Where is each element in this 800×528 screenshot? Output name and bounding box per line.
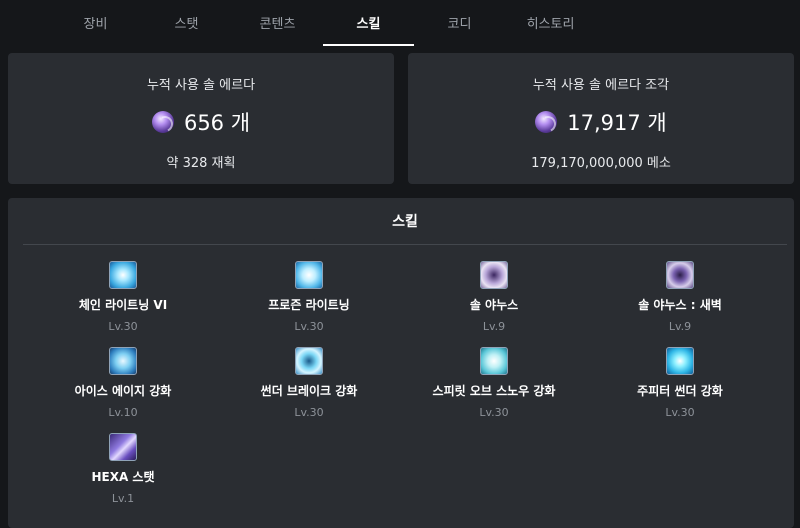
ice-age-icon [109, 347, 137, 375]
tab-skills[interactable]: 스킬 [323, 0, 414, 46]
sol-erda-fragment-value-row: 17,917 개 [408, 106, 794, 138]
frozen-lightning-icon [295, 261, 323, 289]
tab-stats[interactable]: 스탯 [141, 0, 232, 46]
skill-name: 솔 야누스 : 새벽 [638, 298, 722, 312]
skill-level: Lv.9 [482, 320, 506, 333]
skill-name: 체인 라이트닝 VI [78, 298, 168, 312]
skill-level: Lv.30 [108, 320, 138, 333]
skill-item[interactable]: 프로즌 라이트닝 Lv.30 [216, 261, 402, 333]
sol-erda-fragment-sub: 179,170,000,000 메소 [531, 156, 671, 171]
hexa-stat-icon [109, 433, 137, 461]
sol-erda-fragment-card: 누적 사용 솔 에르다 조각 17,917 개 179,170,000,000 … [408, 53, 794, 184]
thunder-break-icon [295, 347, 323, 375]
skill-item[interactable]: 주피터 썬더 강화 Lv.30 [587, 347, 773, 419]
skill-level: Lv.30 [294, 406, 324, 419]
sol-erda-fragment-title: 누적 사용 솔 에르다 조각 [532, 78, 670, 93]
sol-erda-card: 누적 사용 솔 에르다 656 개 약 328 재획 [8, 53, 394, 184]
tab-equipment[interactable]: 장비 [50, 0, 141, 46]
jupiter-thunder-icon [666, 347, 694, 375]
skill-item[interactable]: 썬더 브레이크 강화 Lv.30 [216, 347, 402, 419]
skill-name: 주피터 썬더 강화 [637, 384, 723, 398]
skills-panel: 스킬 체인 라이트닝 VI Lv.30 프로즌 라이트닝 Lv.30 솔 야누스… [8, 198, 794, 528]
sol-erda-value-row: 656 개 [8, 106, 394, 138]
skills-title: 스킬 [23, 198, 787, 245]
chain-lightning-icon [109, 261, 137, 289]
skill-level: Lv.30 [665, 406, 695, 419]
sol-erda-title: 누적 사용 솔 에르다 [146, 78, 256, 93]
skill-item[interactable]: 솔 야누스 : 새벽 Lv.9 [587, 261, 773, 333]
skill-name: 스피릿 오브 스노우 강화 [432, 384, 556, 398]
skill-item[interactable]: 솔 야누스 Lv.9 [401, 261, 587, 333]
tab-outfit[interactable]: 코디 [414, 0, 505, 46]
tab-history[interactable]: 히스토리 [505, 0, 596, 46]
sol-janus-dawn-icon [666, 261, 694, 289]
sol-erda-sub: 약 328 재획 [166, 156, 236, 171]
skill-level: Lv.10 [108, 406, 138, 419]
sol-erda-orb-icon [151, 111, 174, 133]
spirit-of-snow-icon [480, 347, 508, 375]
skill-item[interactable]: 아이스 에이지 강화 Lv.10 [30, 347, 216, 419]
skill-name: 솔 야누스 [469, 298, 519, 312]
skill-item[interactable]: HEXA 스탯 Lv.1 [30, 433, 216, 505]
tab-bar: 장비 스탯 콘텐츠 스킬 코디 히스토리 [0, 0, 800, 46]
skill-level: Lv.30 [479, 406, 509, 419]
sol-janus-icon [480, 261, 508, 289]
skill-level: Lv.30 [294, 320, 324, 333]
skill-name: 썬더 브레이크 강화 [260, 384, 358, 398]
skill-name: 아이스 에이지 강화 [74, 384, 172, 398]
skill-level: Lv.9 [668, 320, 692, 333]
tab-contents[interactable]: 콘텐츠 [232, 0, 323, 46]
sol-erda-fragment-orb-icon [535, 111, 558, 133]
skill-name: 프로즌 라이트닝 [268, 298, 350, 312]
skill-level: Lv.1 [111, 492, 135, 505]
skill-item[interactable]: 체인 라이트닝 VI Lv.30 [30, 261, 216, 333]
skill-item[interactable]: 스피릿 오브 스노우 강화 Lv.30 [401, 347, 587, 419]
sol-erda-fragment-value: 17,917 개 [567, 111, 667, 135]
skill-name: HEXA 스탯 [91, 470, 155, 484]
sol-erda-value: 656 개 [183, 111, 251, 135]
